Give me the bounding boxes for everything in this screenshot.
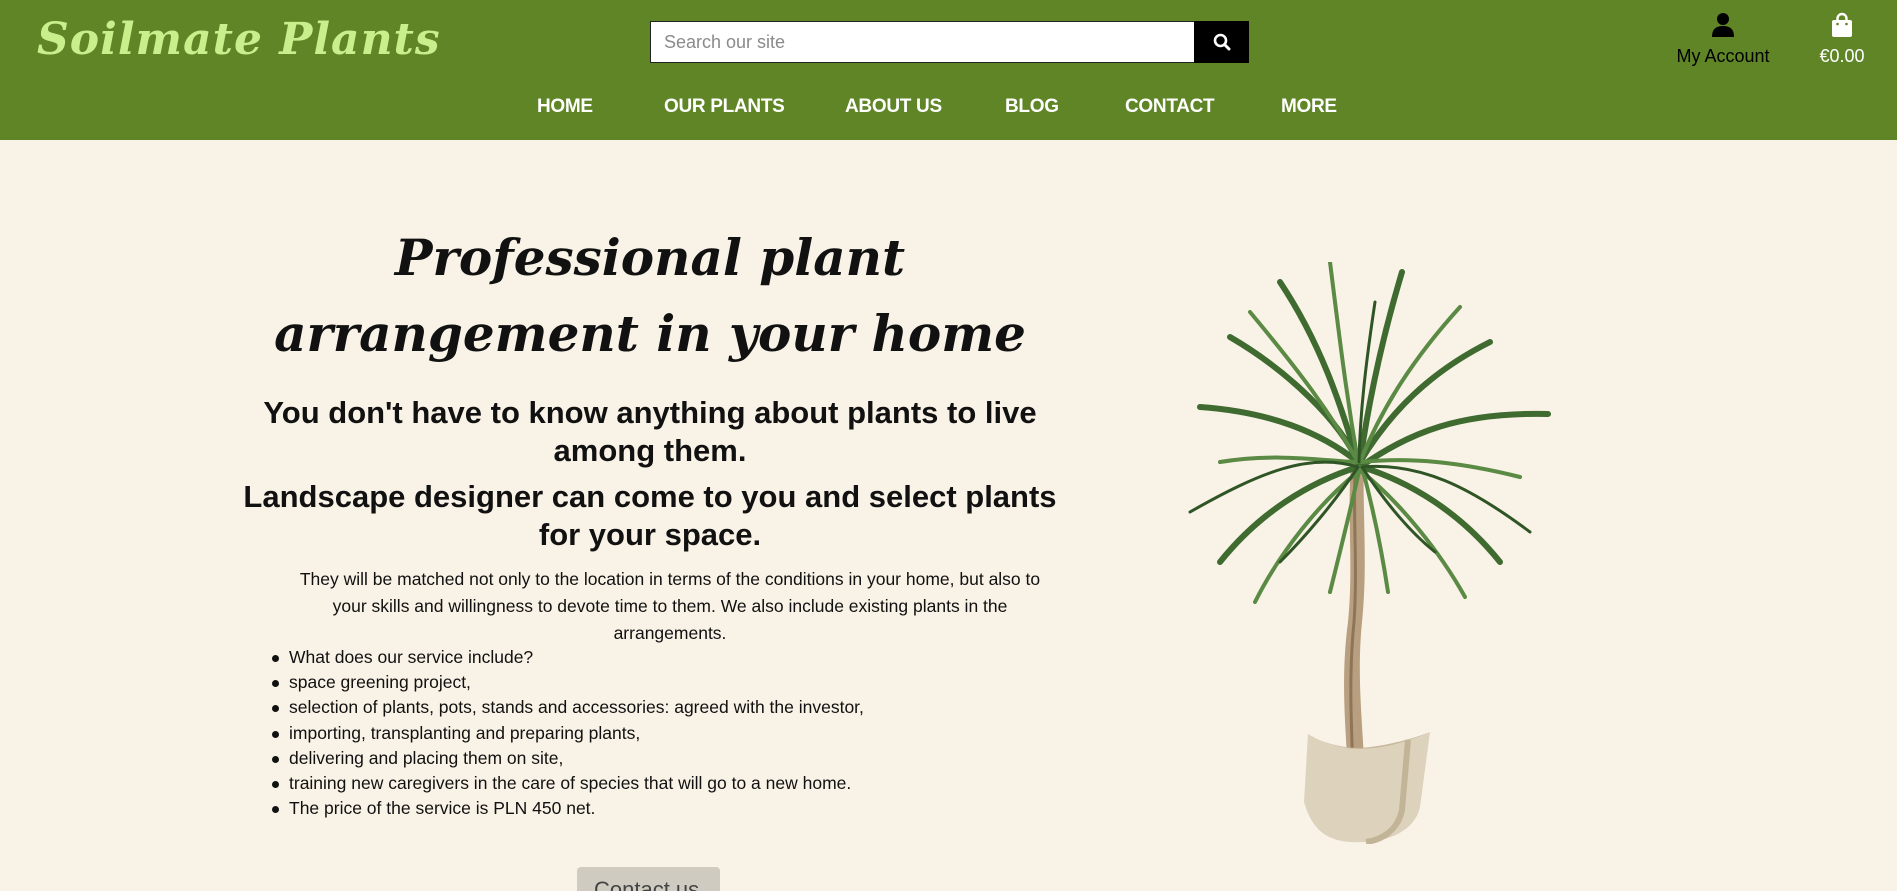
contact-us-button[interactable]: Contact us xyxy=(577,867,720,891)
lead-text-2: Landscape designer can come to you and s… xyxy=(243,479,1057,552)
nav-our-plants[interactable]: OUR PLANTS xyxy=(664,96,785,118)
nav-about-us[interactable]: ABOUT US xyxy=(845,96,942,118)
potted-plant-image xyxy=(1188,262,1551,844)
list-item: space greening project, xyxy=(272,670,864,695)
cart-total: €0.00 xyxy=(1819,46,1865,66)
search-button[interactable] xyxy=(1194,21,1249,63)
list-item: The price of the service is PLN 450 net. xyxy=(272,796,864,821)
nav-more[interactable]: MORE xyxy=(1281,96,1337,118)
user-icon xyxy=(1712,13,1734,37)
list-item: selection of plants, pots, stands and ac… xyxy=(272,695,864,720)
site-header: Soilmate Plants My Account €0.00 HOME OU… xyxy=(0,0,1897,140)
main-nav: HOME OUR PLANTS ABOUT US BLOG CONTACT MO… xyxy=(0,96,1897,124)
search-form xyxy=(650,21,1249,63)
page-title: Professional plant arrangement in your h… xyxy=(274,228,1026,363)
my-account-label: My Account xyxy=(1676,46,1770,66)
search-input[interactable] xyxy=(650,21,1194,63)
services-list: What does our service include? space gre… xyxy=(272,645,864,821)
shopping-bag-icon xyxy=(1832,12,1852,37)
search-icon xyxy=(1213,33,1230,51)
cart-link[interactable]: €0.00 xyxy=(1812,12,1872,67)
list-item: training new caregivers in the care of s… xyxy=(272,771,864,796)
list-item: importing, transplanting and preparing p… xyxy=(272,721,864,746)
lead-text-1: You don't have to know anything about pl… xyxy=(263,395,1037,468)
nav-home[interactable]: HOME xyxy=(537,96,593,118)
list-item: What does our service include? xyxy=(272,645,864,670)
list-item: delivering and placing them on site, xyxy=(272,746,864,771)
site-logo[interactable]: Soilmate Plants xyxy=(37,14,441,65)
nav-blog[interactable]: BLOG xyxy=(1005,96,1059,118)
service-description: They will be matched not only to the loc… xyxy=(299,569,1041,643)
my-account-link[interactable]: My Account xyxy=(1668,12,1778,67)
nav-contact[interactable]: CONTACT xyxy=(1125,96,1215,118)
